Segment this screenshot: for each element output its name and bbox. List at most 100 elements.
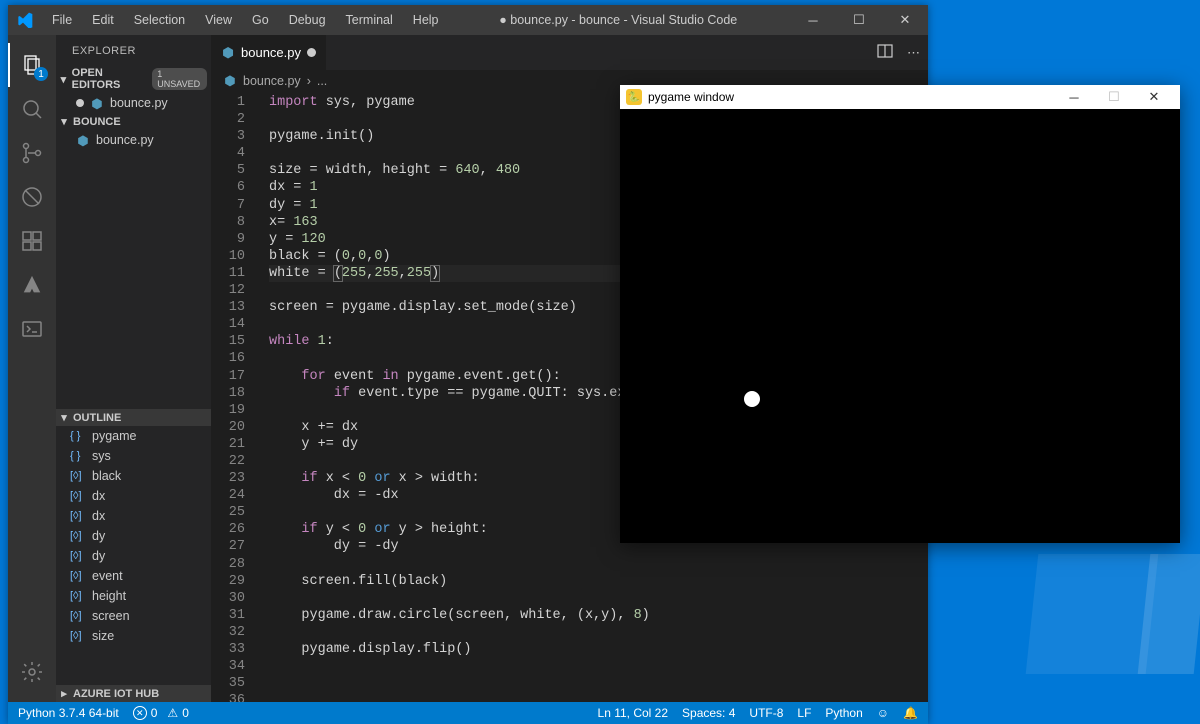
outline-item-black[interactable]: [◊] black [56, 466, 211, 486]
menu-terminal[interactable]: Terminal [338, 9, 401, 31]
outline-item-label: size [92, 629, 114, 643]
open-editor-item[interactable]: ⬢ bounce.py [56, 93, 211, 113]
status-cursor[interactable]: Ln 11, Col 22 [598, 706, 669, 720]
split-editor-icon[interactable] [877, 43, 893, 62]
python-file-icon: ⬢ [90, 96, 104, 111]
tab-filename: bounce.py [241, 45, 301, 60]
outline-label: OUTLINE [73, 412, 121, 424]
file-tree-item[interactable]: ⬢ bounce.py [56, 130, 211, 150]
extensions-icon[interactable] [8, 219, 56, 263]
symbol-icon: [◊] [70, 590, 86, 602]
outline-item-size[interactable]: [◊] size [56, 626, 211, 646]
pygame-window: 🐍 pygame window ─ ☐ ✕ [620, 85, 1180, 543]
dirty-dot-icon [307, 48, 316, 57]
menu-help[interactable]: Help [405, 9, 447, 31]
outline-item-label: sys [92, 449, 111, 463]
symbol-icon: [◊] [70, 490, 86, 502]
outline-item-label: black [92, 469, 121, 483]
unsaved-badge: 1 UNSAVED [152, 68, 207, 90]
open-editors-label: OPEN EDITORS [72, 67, 146, 91]
azure-header[interactable]: ▸ AZURE IOT HUB [56, 685, 211, 702]
outline-item-label: height [92, 589, 126, 603]
vscode-logo-icon [16, 11, 34, 29]
pygame-titlebar: 🐍 pygame window ─ ☐ ✕ [620, 85, 1180, 109]
chevron-down-icon: ▾ [58, 115, 70, 128]
symbol-icon: [◊] [70, 510, 86, 522]
status-problems[interactable]: ✕0 ⚠0 [133, 706, 189, 720]
symbol-icon: { } [70, 430, 86, 442]
symbol-icon: [◊] [70, 550, 86, 562]
outline-section: { }pygame{ }sys[◊]black[◊]dx[◊]dx[◊]dy[◊… [56, 426, 211, 685]
outline-item-dx[interactable]: [◊] dx [56, 486, 211, 506]
search-icon[interactable] [8, 87, 56, 131]
symbol-icon: [◊] [70, 470, 86, 482]
outline-item-label: dx [92, 509, 105, 523]
pygame-minimize-button[interactable]: ─ [1054, 90, 1094, 105]
chevron-down-icon: ▾ [58, 411, 70, 424]
pygame-maximize-button[interactable]: ☐ [1094, 89, 1134, 105]
folder-label: BOUNCE [73, 116, 121, 128]
pygame-logo-icon: 🐍 [626, 89, 642, 105]
menu-selection[interactable]: Selection [126, 9, 193, 31]
status-bar: Python 3.7.4 64-bit ✕0 ⚠0 Ln 11, Col 22 … [8, 702, 928, 724]
settings-gear-icon[interactable] [8, 650, 56, 694]
outline-header[interactable]: ▾ OUTLINE [56, 409, 211, 426]
python-file-icon: ⬢ [76, 133, 90, 148]
menu-debug[interactable]: Debug [281, 9, 334, 31]
symbol-icon: [◊] [70, 530, 86, 542]
outline-item-dy[interactable]: [◊] dy [56, 526, 211, 546]
source-control-icon[interactable] [8, 131, 56, 175]
outline-item-sys[interactable]: { } sys [56, 446, 211, 466]
breadcrumb-sep: › [307, 74, 311, 88]
symbol-icon: [◊] [70, 630, 86, 642]
more-actions-icon[interactable]: ⋯ [907, 45, 920, 61]
notifications-icon[interactable]: 🔔 [903, 706, 918, 720]
status-encoding[interactable]: UTF-8 [749, 706, 783, 720]
breadcrumb-rest: ... [317, 74, 327, 88]
folder-header[interactable]: ▾ BOUNCE [56, 113, 211, 130]
azure-label: AZURE IOT HUB [73, 688, 159, 700]
outline-item-pygame[interactable]: { } pygame [56, 426, 211, 446]
status-eol[interactable]: LF [797, 706, 811, 720]
pygame-close-button[interactable]: ✕ [1134, 89, 1174, 105]
python-file-icon: ⬢ [223, 73, 237, 88]
debug-icon[interactable] [8, 175, 56, 219]
symbol-icon: [◊] [70, 570, 86, 582]
menu-file[interactable]: File [44, 9, 80, 31]
open-editor-filename: bounce.py [110, 96, 168, 110]
open-editors-header[interactable]: ▾ OPEN EDITORS 1 UNSAVED [56, 65, 211, 93]
status-spaces[interactable]: Spaces: 4 [682, 706, 735, 720]
tab-bounce[interactable]: ⬢ bounce.py [211, 35, 327, 70]
window-controls: ─ ☐ ✕ [790, 5, 928, 35]
window-title: ● bounce.py - bounce - Visual Studio Cod… [447, 13, 790, 27]
feedback-icon[interactable]: ☺ [877, 706, 889, 720]
outline-item-height[interactable]: [◊] height [56, 586, 211, 606]
outline-item-dy[interactable]: [◊]dy [56, 546, 211, 566]
outline-item-label: pygame [92, 429, 136, 443]
outline-item-label: dy [92, 529, 105, 543]
outline-item-event[interactable]: [◊]event [56, 566, 211, 586]
outline-item-screen[interactable]: [◊]screen [56, 606, 211, 626]
chevron-down-icon: ▾ [58, 73, 69, 86]
menu-edit[interactable]: Edit [84, 9, 122, 31]
status-python[interactable]: Python 3.7.4 64-bit [18, 706, 119, 720]
maximize-button[interactable]: ☐ [836, 5, 882, 35]
error-icon: ✕ [133, 706, 147, 720]
menu-view[interactable]: View [197, 9, 240, 31]
outline-item-label: dx [92, 489, 105, 503]
powershell-icon[interactable] [8, 307, 56, 351]
menu-bar: FileEditSelectionViewGoDebugTerminalHelp [44, 9, 447, 31]
warning-count: 0 [182, 706, 189, 720]
outline-item-dx[interactable]: [◊] dx [56, 506, 211, 526]
symbol-icon: { } [70, 450, 86, 462]
editor-tabs: ⬢ bounce.py ⋯ [211, 35, 928, 70]
sidebar-title: EXPLORER [56, 35, 211, 65]
explorer-badge: 1 [34, 67, 48, 81]
minimize-button[interactable]: ─ [790, 5, 836, 35]
status-lang[interactable]: Python [825, 706, 862, 720]
menu-go[interactable]: Go [244, 9, 277, 31]
azure-icon[interactable] [8, 263, 56, 307]
line-gutter: 1234567891011121314151617181920212223242… [211, 92, 259, 702]
explorer-icon[interactable]: 1 [8, 43, 56, 87]
close-button[interactable]: ✕ [882, 5, 928, 35]
